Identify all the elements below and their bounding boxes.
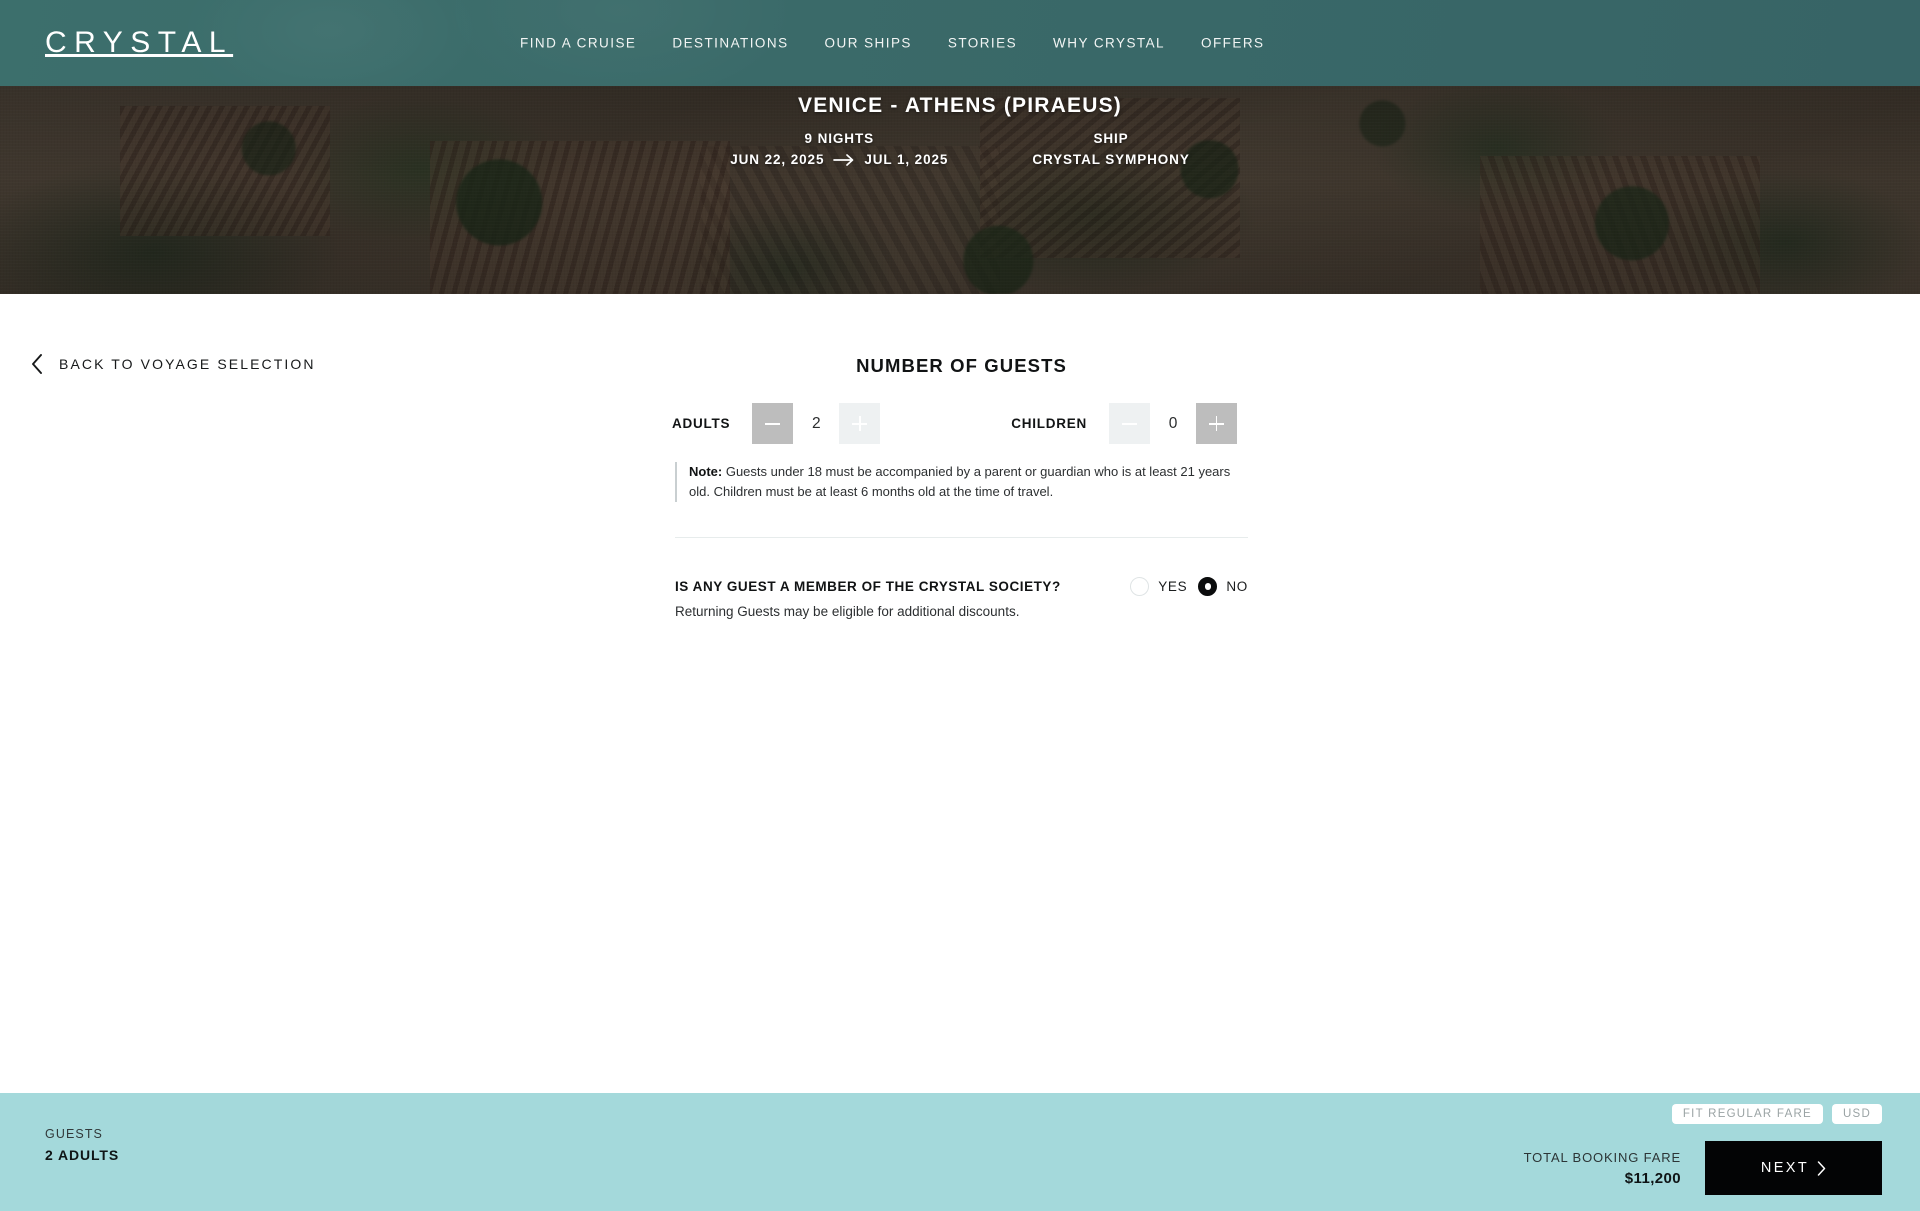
- back-link-label: BACK TO VOYAGE SELECTION: [59, 356, 316, 372]
- guests-panel: NUMBER OF GUESTS ADULTS 2 CHILDREN 0 Not…: [672, 294, 1248, 619]
- next-button-label: NEXT: [1760, 1160, 1810, 1176]
- nav-item-offers[interactable]: OFFERS: [1201, 36, 1264, 51]
- children-counter: CHILDREN 0: [1011, 403, 1237, 444]
- voyage-duration-block: 9 NIGHTS JUN 22, 2025 JUL 1, 2025: [730, 131, 948, 167]
- chevron-left-icon: [31, 354, 43, 374]
- adults-decrement-button[interactable]: [752, 403, 794, 444]
- adults-increment-button[interactable]: [839, 403, 881, 444]
- back-to-voyage-selection-link[interactable]: BACK TO VOYAGE SELECTION: [31, 354, 316, 374]
- plus-icon: [1209, 416, 1224, 431]
- children-decrement-button[interactable]: [1109, 403, 1150, 444]
- main-nav: FIND A CRUISE DESTINATIONS OUR SHIPS STO…: [520, 36, 1264, 51]
- chevron-right-icon: [1817, 1160, 1826, 1176]
- nav-item-stories[interactable]: STORIES: [948, 36, 1017, 51]
- main-content: BACK TO VOYAGE SELECTION NUMBER OF GUEST…: [0, 294, 1920, 1093]
- crystal-society-subtext: Returning Guests may be eligible for add…: [675, 604, 1020, 619]
- adults-value: 2: [811, 414, 821, 432]
- adults-counter: ADULTS 2: [672, 403, 881, 444]
- children-increment-button[interactable]: [1196, 403, 1237, 444]
- nav-item-find-a-cruise[interactable]: FIND A CRUISE: [520, 36, 636, 51]
- footer-guests-value: 2 ADULTS: [45, 1147, 120, 1163]
- radio-unselected-icon[interactable]: [1130, 577, 1150, 596]
- top-navigation-bar: CRYSTAL FIND A CRUISE DESTINATIONS OUR S…: [0, 0, 1920, 86]
- voyage-meta: 9 NIGHTS JUN 22, 2025 JUL 1, 2025 SHIP C…: [730, 131, 1189, 167]
- minus-icon: [1122, 416, 1137, 431]
- section-divider: [675, 537, 1248, 538]
- crystal-society-no-label: NO: [1226, 579, 1248, 594]
- voyage-dates: JUN 22, 2025 JUL 1, 2025: [730, 152, 948, 167]
- ship-name: CRYSTAL SYMPHONY: [1032, 152, 1190, 167]
- booking-summary-footer: GUESTS 2 ADULTS FIT REGULAR FARE USD TOT…: [0, 1093, 1920, 1211]
- footer-actions: TOTAL BOOKING FARE $11,200 NEXT: [1524, 1141, 1882, 1195]
- nav-item-destinations[interactable]: DESTINATIONS: [672, 36, 788, 51]
- plus-icon: [852, 416, 868, 431]
- footer-guests-label: GUESTS: [45, 1127, 103, 1141]
- children-value: 0: [1168, 414, 1178, 432]
- nav-item-why-crystal[interactable]: WHY CRYSTAL: [1053, 36, 1165, 51]
- voyage-depart-date: JUN 22, 2025: [730, 152, 825, 167]
- children-label: CHILDREN: [1011, 416, 1087, 431]
- voyage-arrive-date: JUL 1, 2025: [864, 152, 949, 167]
- crystal-society-row: IS ANY GUEST A MEMBER OF THE CRYSTAL SOC…: [675, 577, 1248, 596]
- footer-badges: FIT REGULAR FARE USD: [1671, 1104, 1882, 1124]
- voyage-ship-block: SHIP CRYSTAL SYMPHONY: [1032, 131, 1189, 167]
- total-booking-fare-block: TOTAL BOOKING FARE $11,200: [1524, 1150, 1681, 1187]
- total-booking-fare-label: TOTAL BOOKING FARE: [1523, 1149, 1681, 1165]
- footer-guests-block: GUESTS 2 ADULTS: [45, 1127, 119, 1163]
- guest-age-note: Note: Guests under 18 must be accompanie…: [675, 462, 1243, 502]
- crystal-society-question: IS ANY GUEST A MEMBER OF THE CRYSTAL SOC…: [675, 579, 1061, 594]
- hero-banner: VENICE - ATHENS (PIRAEUS) 9 NIGHTS JUN 2…: [0, 86, 1920, 294]
- total-booking-fare-value: $11,200: [1624, 1169, 1681, 1187]
- voyage-nights: 9 NIGHTS: [804, 131, 875, 146]
- fare-type-badge[interactable]: FIT REGULAR FARE: [1671, 1104, 1823, 1124]
- crystal-society-yes-option[interactable]: YES: [1130, 577, 1187, 596]
- page-title: NUMBER OF GUESTS: [856, 355, 1067, 376]
- voyage-title: VENICE - ATHENS (PIRAEUS): [797, 94, 1123, 117]
- next-button[interactable]: NEXT: [1705, 1141, 1882, 1195]
- note-prefix: Note:: [689, 464, 723, 479]
- arrow-right-icon: [833, 153, 855, 166]
- crystal-society-yes-label: YES: [1158, 579, 1188, 594]
- guest-counters: ADULTS 2 CHILDREN 0: [672, 403, 1252, 444]
- adults-label: ADULTS: [672, 416, 731, 431]
- minus-icon: [765, 416, 781, 431]
- note-text: Guests under 18 must be accompanied by a…: [689, 464, 1231, 499]
- brand-logo[interactable]: CRYSTAL: [45, 26, 233, 60]
- currency-badge[interactable]: USD: [1831, 1104, 1882, 1124]
- nav-item-our-ships[interactable]: OUR SHIPS: [825, 36, 912, 51]
- crystal-society-radio-group: YES NO: [1130, 577, 1248, 596]
- radio-selected-icon[interactable]: [1198, 577, 1218, 596]
- ship-label: SHIP: [1093, 131, 1129, 146]
- crystal-society-no-option[interactable]: NO: [1198, 577, 1248, 596]
